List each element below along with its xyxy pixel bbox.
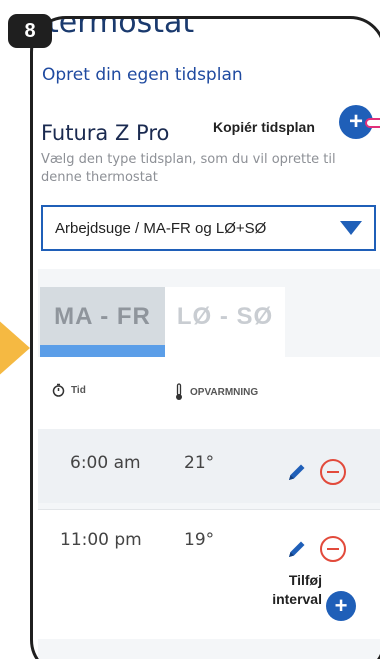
table-row: 11:00 pm 19° [38, 509, 380, 639]
interval-time: 6:00 am [70, 453, 141, 473]
schedule-panel: MA - FR LØ - SØ Tid OPVARMNING 6:00 am 2… [38, 269, 380, 659]
interval-temp: 21° [184, 453, 215, 473]
tab-weekend-label: LØ - SØ [176, 303, 274, 330]
col-time-label: Tid [71, 384, 86, 396]
col-heating-header: OPVARMNING [174, 383, 258, 401]
schedule-type-select[interactable]: Arbejdsuge / MA-FR og LØ+SØ [41, 205, 376, 251]
copy-schedule-label[interactable]: Kopiér tidsplan [213, 119, 315, 135]
day-tabs: MA - FR LØ - SØ [38, 269, 380, 357]
add-interval-button[interactable]: + [326, 591, 356, 621]
thermometer-icon [176, 383, 182, 400]
interval-time: 11:00 pm [60, 530, 142, 550]
phone-frame: termostat Opret din egen tidsplan Futura… [30, 16, 380, 659]
remove-interval-button[interactable] [320, 459, 346, 485]
schedule-type-value: Arbejdsuge / MA-FR og LØ+SØ [55, 219, 267, 237]
tab-weekdays[interactable]: MA - FR [40, 287, 165, 357]
step-badge: 8 [8, 14, 52, 48]
plus-icon: + [334, 593, 348, 618]
tab-weekend[interactable]: LØ - SØ [165, 287, 285, 357]
device-name: Futura Z Pro [41, 121, 170, 145]
select-hint: Vælg den type tidsplan, som du vil opret… [41, 152, 336, 185]
table-row: 6:00 am 21° [38, 429, 380, 503]
stopwatch-icon [52, 383, 65, 397]
pencil-icon[interactable] [286, 461, 308, 483]
interval-temp: 19° [184, 530, 215, 550]
add-interval-label[interactable]: Tilføj interval [252, 571, 322, 609]
col-heating-label: OPVARMNING [190, 386, 259, 398]
pencil-icon[interactable] [286, 538, 308, 560]
highlight-pin-icon [365, 118, 380, 128]
page-title: termostat [47, 16, 195, 40]
tab-weekdays-label: MA - FR [54, 303, 151, 330]
remove-interval-button[interactable] [320, 536, 346, 562]
table-header: Tid OPVARMNING [38, 357, 380, 429]
caret-down-icon [340, 221, 362, 235]
pointer-arrow-icon [0, 318, 30, 378]
tab-selected-indicator [40, 345, 165, 357]
plus-icon: + [348, 108, 363, 135]
page-subtitle: Opret din egen tidsplan [42, 65, 243, 85]
col-time-header: Tid [52, 383, 86, 397]
